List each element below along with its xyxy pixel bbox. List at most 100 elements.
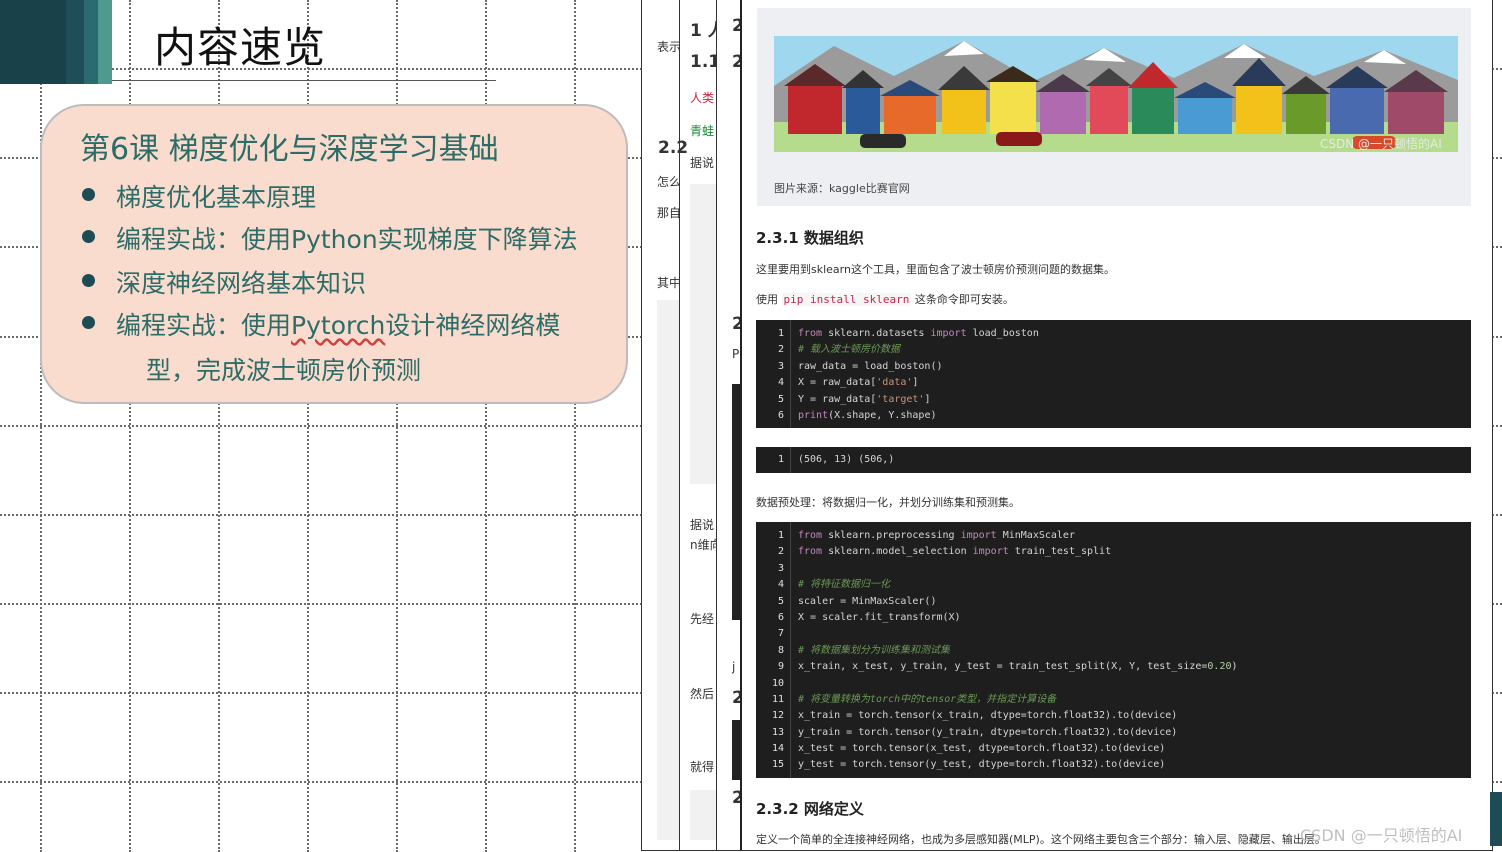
paragraph: 这里要用到sklearn这个工具，里面包含了波士顿房价预测问题的数据集。 [756,263,1115,276]
code-line: 9 x_train, x_test, y_train, y_test = trai… [756,659,1471,675]
code-text: x_test = torch.tensor(x_test, dtype=torc… [798,743,1166,755]
line-number: 4 [777,377,784,389]
code-text: Y = raw_data['target'] [798,393,931,405]
page-fragment: 青蛙 [690,124,715,138]
line-number: 8 [777,644,784,656]
line-number: 6 [777,611,784,623]
line-number: 2 [777,546,784,558]
bullet-icon [82,316,95,329]
section-heading: 2.3.2 网络定义 [756,800,864,818]
line-number: 10 [771,677,784,689]
code-block-fragment [690,790,716,840]
bullet-icon [82,230,95,243]
page-fragment: 人类 [690,91,715,105]
code-line: 15 y_test = torch.tensor(y_test, dtype=to… [756,757,1471,773]
spellcheck-underline: Pytorch [291,311,386,340]
lesson-item-label: 型，完成波士顿房价预测 [146,356,422,385]
line-number: 7 [777,628,784,640]
code-text: x_train, x_test, y_train, y_test = train… [798,661,1238,673]
line-number: 11 [771,693,784,705]
paragraph: 数据预处理：将数据归一化，并划分训练集和预测集。 [756,496,1020,509]
line-number: 9 [777,661,784,673]
code-line: 1 from sklearn.preprocessing import MinMa… [756,528,1471,544]
slide-title: 内容速览 [154,23,327,72]
code-line: 6 X = scaler.fit_transform(X) [756,610,1471,626]
line-number: 1 [777,328,784,339]
code-line: 4 # 将特征数据归一化 [756,577,1471,593]
line-number: 1 [777,530,784,541]
page-fragment: j [732,660,736,674]
code-text: y_test = torch.tensor(y_test, dtype=torc… [798,759,1166,771]
lesson-item-label: 编程实战：使用Python实现梯度下降算法 [116,225,578,254]
code-line: 4 X = raw_data['data'] [756,375,1471,391]
code-text: # 将数据集划分为训练集和测试集 [798,644,951,656]
code-line: 14 x_test = torch.tensor(x_test, dtype=to… [756,741,1471,757]
line-number: 2 [777,344,784,356]
code-line: 13 y_train = torch.tensor(y_train, dtype=… [756,725,1471,741]
code-line: 8 # 将数据集划分为训练集和测试集 [756,643,1471,659]
code-line: 3 raw_data = load_boston() [756,359,1471,375]
code-text: raw_data = load_boston() [798,360,943,372]
paragraph: 定义一个简单的全连接神经网络，也成为多层感知器(MLP)。这个网络主要包含三个部… [756,833,1326,846]
line-number: 6 [777,409,784,421]
line-number: 5 [777,595,784,607]
code-text: # 将变量转换为torch中的tensor类型，并指定计算设备 [798,693,1057,705]
lesson-item-label: 梯度优化基本原理 [116,183,317,212]
lesson-item: 编程实战：使用Python实现梯度下降算法 [82,220,578,256]
line-number: 13 [771,726,784,738]
code-line: 11 # 将变量转换为torch中的tensor类型，并指定计算设备 [756,692,1471,708]
code-line: 12 x_train = torch.tensor(x_train, dtype=… [756,708,1471,724]
code-block[interactable]: 1 from sklearn.datasets import load_bosto… [756,320,1471,428]
lesson-item: 深度神经网络基本知识 [82,264,367,300]
image-watermark: CSDN @一只顿悟的AI [1320,137,1442,151]
page-fragment: 表示 [657,40,682,54]
code-block-fragment [657,300,679,840]
inline-code: pip install sklearn [781,293,912,306]
slide-accent-bar [1490,792,1502,846]
line-number: 14 [771,743,784,755]
lesson-item: 梯度优化基本原理 [82,178,317,214]
code-text: from sklearn.model_selection import trai… [798,546,1112,558]
code-block-fragment [732,384,740,620]
page-fragment: 怎么 [657,175,682,189]
code-line: 10 [756,676,1471,692]
code-text: from sklearn.preprocessing import MinMax… [798,530,1075,541]
code-block[interactable]: 1 from sklearn.preprocessing import MinMa… [756,522,1471,778]
code-line: 2 # 载入波士顿房价数据 [756,342,1471,358]
output-block[interactable]: 1 (506, 13) (506,) [756,447,1471,473]
lesson-summary-box: 第6课 梯度优化与深度学习基础 梯度优化基本原理 编程实战：使用Python实现… [40,104,628,404]
title-divider [112,80,496,81]
page-fragment: 据说 [690,518,715,532]
slide-header-band [0,0,112,84]
lesson-item-label: 编程实战：使用Pytorch设计神经网络模 [116,311,561,340]
page-fragment: 2.2 [658,138,689,158]
section-heading: 2.3.1 数据组织 [756,229,864,247]
code-line: 6 print(X.shape, Y.shape) [756,408,1471,424]
code-line: 2 from sklearn.model_selection import tra… [756,544,1471,560]
code-line: 1 (506, 13) (506,) [756,452,1471,468]
code-text: # 将特征数据归一化 [798,579,891,591]
lesson-item-continuation: 型，完成波士顿房价预测 [146,351,421,387]
line-number: 3 [777,562,784,574]
footer-watermark: CSDN @一只顿悟的AI [1300,826,1463,845]
code-line: 5 scaler = MinMaxScaler() [756,594,1471,610]
page-fragment: 先经 [690,612,715,626]
paragraph: 使用 pip install sklearn 这条命令即可安装。 [756,291,1014,307]
lesson-item-label: 深度神经网络基本知识 [116,269,367,298]
page-fragment: 就得 [690,760,715,774]
code-text: X = scaler.fit_transform(X) [798,611,961,623]
line-number: 1 [777,454,784,465]
code-line: 7 [756,626,1471,642]
paragraph-text: 使用 [756,293,778,306]
paragraph-text: 这条命令即可安装。 [914,293,1014,306]
image-caption: 图片来源：kaggle比赛官网 [774,182,910,195]
code-block-fragment [732,720,740,780]
code-text: print(X.shape, Y.shape) [798,409,937,421]
code-line: 5 Y = raw_data['target'] [756,392,1471,408]
code-text: scaler = MinMaxScaler() [798,595,937,607]
page-fragment: 其中 [657,276,682,290]
page-fragment: 据说 [690,156,715,170]
code-text: x_train = torch.tensor(x_train, dtype=to… [798,710,1178,722]
page-fragment: 然后 [690,687,715,701]
page-fragment: P [732,347,740,361]
